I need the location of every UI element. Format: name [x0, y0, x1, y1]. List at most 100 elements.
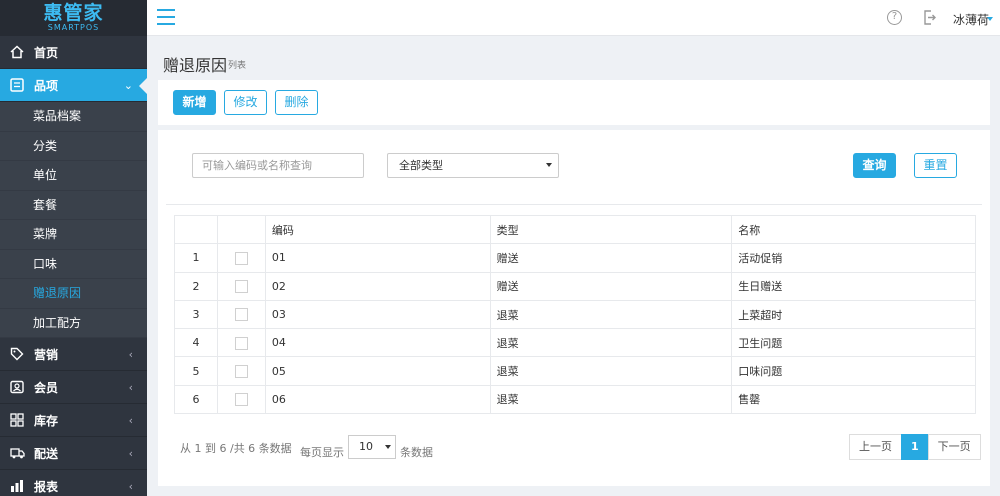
page-button-current[interactable]: 1: [901, 434, 929, 460]
row-code: 02: [264, 271, 491, 301]
sidebar-item-label: 报表: [34, 479, 59, 494]
header-cell-type[interactable]: 类型: [489, 214, 733, 245]
sidebar-item-inventory[interactable]: 库存 ‹: [0, 404, 147, 437]
submenu-item-flavor[interactable]: 口味: [0, 250, 147, 279]
submenu-item-dish-archive[interactable]: 菜品档案: [0, 102, 147, 132]
sidebar-item-label: 首页: [34, 45, 59, 60]
row-code: 01: [264, 243, 491, 273]
delete-button[interactable]: 删除: [275, 90, 318, 115]
submenu-item-menu-board[interactable]: 菜牌: [0, 220, 147, 250]
reset-button[interactable]: 重置: [914, 153, 957, 178]
sidebar: 惠管家 SMARTPOS 首页 品项 ⌄ 菜品档案 分类 单位 套餐 菜牌 口味…: [0, 0, 147, 496]
content-panel: 全部类型 查询 重置 编码 类型 名称 1 01 赠送 活动促销: [158, 130, 990, 486]
sidebar-item-home[interactable]: 首页: [0, 36, 147, 69]
page-title: 赠退原因: [163, 56, 228, 75]
search-input[interactable]: [192, 153, 364, 178]
header-cell-index: [174, 214, 218, 245]
per-page-label: 每页显示: [300, 446, 344, 459]
sidebar-item-items[interactable]: 品项 ⌄: [0, 69, 147, 102]
sidebar-item-label: 配送: [34, 446, 59, 461]
sidebar-item-label: 品项: [34, 78, 59, 93]
row-name: 口味问题: [731, 356, 976, 386]
sidebar-item-marketing[interactable]: 营销 ‹: [0, 338, 147, 371]
next-page-button[interactable]: 下一页: [927, 434, 981, 460]
table-row[interactable]: 6 06 退菜 售罄: [174, 384, 976, 415]
submenu-item-processing-recipe[interactable]: 加工配方: [0, 309, 147, 338]
caret-down-icon: [546, 163, 552, 167]
prev-page-button[interactable]: 上一页: [849, 434, 902, 460]
type-select-value: 全部类型: [399, 159, 443, 172]
table-row[interactable]: 4 04 退菜 卫生问题: [174, 328, 976, 358]
pager-info: 从 1 到 6 /共 6 条数据: [180, 442, 292, 455]
submenu-item-combo[interactable]: 套餐: [0, 191, 147, 220]
sidebar-item-label: 库存: [34, 413, 59, 428]
row-type: 退菜: [489, 328, 733, 358]
row-name: 售罄: [731, 384, 976, 415]
action-toolbar: 新增 修改 删除: [158, 80, 990, 125]
sidebar-submenu: 菜品档案 分类 单位 套餐 菜牌 口味 赠退原因 加工配方: [0, 102, 147, 338]
sidebar-item-delivery[interactable]: 配送 ‹: [0, 437, 147, 470]
sidebar-item-member[interactable]: 会员 ‹: [0, 371, 147, 404]
tag-icon: [9, 346, 25, 362]
row-name: 卫生问题: [731, 328, 976, 358]
add-button[interactable]: 新增: [173, 90, 216, 115]
table-header-row: 编码 类型 名称: [174, 214, 976, 245]
sidebar-item-label: 会员: [34, 380, 59, 395]
list-icon: [9, 77, 25, 93]
top-header: ? 冰薄荷: [147, 0, 1000, 36]
table-row[interactable]: 5 05 退菜 口味问题: [174, 356, 976, 386]
sidebar-item-label: 营销: [34, 347, 59, 362]
logout-icon[interactable]: [923, 10, 936, 25]
divider: [166, 204, 982, 205]
row-type: 退菜: [489, 384, 733, 415]
user-menu[interactable]: 冰薄荷: [953, 11, 989, 28]
row-checkbox[interactable]: [234, 393, 248, 407]
row-index: 2: [174, 271, 218, 301]
query-button[interactable]: 查询: [853, 153, 896, 178]
sidebar-item-report[interactable]: 报表 ‹: [0, 470, 147, 496]
report-icon: [9, 478, 25, 494]
row-checkbox[interactable]: [234, 279, 248, 293]
caret-down-icon: [385, 445, 391, 449]
home-icon: [9, 44, 25, 60]
page-size-value: 10: [359, 440, 373, 453]
row-name: 活动促销: [731, 243, 976, 273]
row-checkbox[interactable]: [234, 336, 248, 350]
per-page-suffix: 条数据: [400, 446, 433, 459]
table-row[interactable]: 3 03 退菜 上菜超时: [174, 299, 976, 330]
page-size-select[interactable]: 10: [348, 435, 396, 459]
table-row[interactable]: 2 02 赠送 生日赠送: [174, 271, 976, 301]
chevron-left-icon: ‹: [128, 479, 133, 493]
row-index: 5: [174, 356, 218, 386]
grid-icon: [9, 412, 25, 428]
header-cell-code[interactable]: 编码: [264, 214, 491, 245]
row-code: 04: [264, 328, 491, 358]
header-cell-name[interactable]: 名称: [731, 214, 976, 245]
row-checkbox[interactable]: [234, 364, 248, 378]
data-table: 编码 类型 名称 1 01 赠送 活动促销 2 02 赠送 生日赠送 3 03 …: [174, 214, 976, 415]
row-checkbox[interactable]: [234, 251, 248, 265]
caret-down-icon[interactable]: [987, 17, 993, 21]
submenu-item-unit[interactable]: 单位: [0, 161, 147, 191]
edit-button[interactable]: 修改: [224, 90, 267, 115]
row-code: 03: [264, 299, 491, 330]
chevron-left-icon: ‹: [128, 347, 133, 361]
row-code: 06: [264, 384, 491, 415]
row-index: 4: [174, 328, 218, 358]
chevron-left-icon: ‹: [128, 413, 133, 427]
row-type: 退菜: [489, 356, 733, 386]
chevron-down-icon: ⌄: [123, 78, 133, 92]
type-select[interactable]: 全部类型: [387, 153, 559, 178]
brand-name: 惠管家: [43, 2, 104, 24]
row-code: 05: [264, 356, 491, 386]
table-row[interactable]: 1 01 赠送 活动促销: [174, 243, 976, 273]
row-type: 赠送: [489, 243, 733, 273]
help-icon[interactable]: ?: [887, 10, 902, 25]
submenu-item-category[interactable]: 分类: [0, 132, 147, 161]
menu-toggle-icon[interactable]: [157, 9, 175, 25]
row-checkbox[interactable]: [234, 308, 248, 322]
submenu-item-gift-return-reason[interactable]: 赠退原因: [0, 279, 147, 309]
member-card-icon: [9, 379, 25, 395]
app-logo: 惠管家 SMARTPOS: [0, 0, 147, 36]
chevron-left-icon: ‹: [128, 446, 133, 460]
